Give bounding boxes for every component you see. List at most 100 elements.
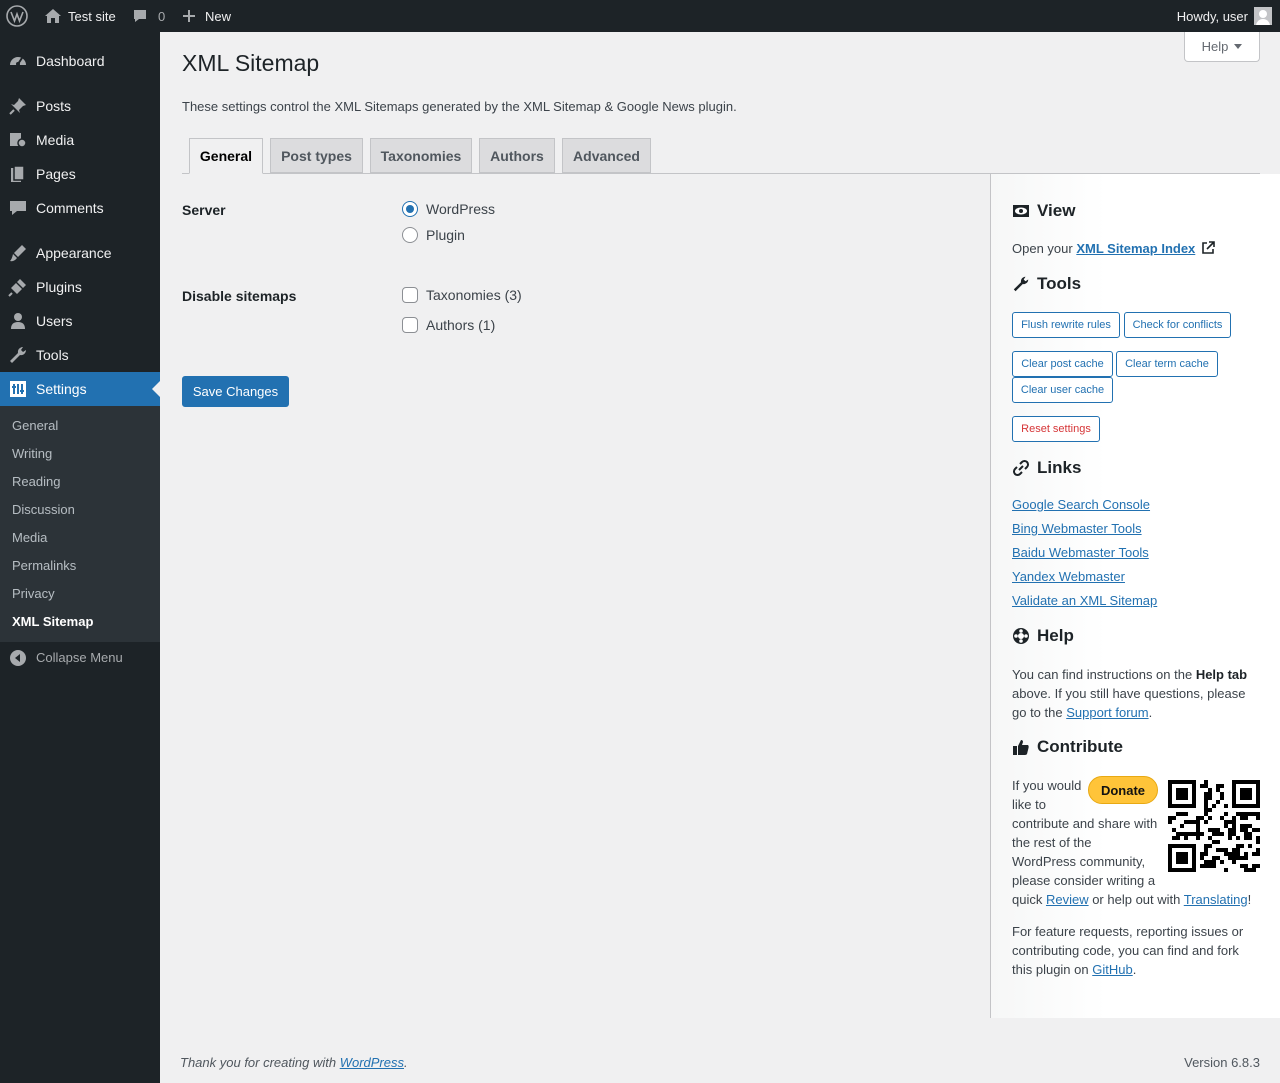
- page-intro: These settings control the XML Sitemaps …: [182, 99, 737, 114]
- menu-label: Dashboard: [36, 53, 105, 69]
- tab-advanced[interactable]: Advanced: [562, 138, 651, 173]
- wordpress-link[interactable]: WordPress: [340, 1055, 404, 1070]
- contribute-line: the rest of the: [1012, 835, 1092, 850]
- eye-icon: [1013, 205, 1029, 217]
- submenu-permalinks[interactable]: Permalinks: [12, 558, 76, 573]
- admin-sidebar: Dashboard Posts Media Pages Comments App…: [0, 32, 160, 1083]
- translating-link[interactable]: Translating: [1184, 892, 1248, 907]
- external-link-icon: [1202, 241, 1215, 254]
- clear-user-cache-button[interactable]: Clear user cache: [1012, 377, 1113, 403]
- bing-webmaster-link[interactable]: Bing Webmaster Tools: [1012, 521, 1142, 536]
- menu-users[interactable]: Users: [0, 304, 160, 338]
- github-text: For feature requests, reporting issues o…: [1012, 922, 1262, 979]
- site-home-link[interactable]: Test site: [44, 0, 116, 32]
- clear-term-cache-button[interactable]: Clear term cache: [1116, 351, 1218, 377]
- tab-general[interactable]: General: [189, 138, 263, 174]
- disable-taxonomies-option[interactable]: Taxonomies (3): [402, 286, 522, 304]
- view-title: View: [1037, 201, 1076, 220]
- view-heading: View: [1012, 201, 1075, 221]
- tools-heading: Tools: [1012, 274, 1081, 294]
- dashboard-icon: [10, 57, 26, 66]
- view-text-before: Open your: [1012, 241, 1077, 256]
- wrench-icon: [1013, 276, 1029, 292]
- help-text-bold: Help tab: [1195, 667, 1248, 682]
- sitemap-index-link[interactable]: XML Sitemap Index: [1076, 241, 1195, 256]
- my-account-link[interactable]: Howdy, user: [1177, 0, 1272, 32]
- submenu-discussion[interactable]: Discussion: [12, 502, 75, 517]
- clear-post-cache-button[interactable]: Clear post cache: [1012, 351, 1113, 377]
- checkbox-taxonomies[interactable]: [402, 287, 418, 303]
- settings-submenu: General Writing Reading Discussion Media…: [0, 406, 160, 642]
- radio-plugin[interactable]: [402, 227, 418, 243]
- google-search-console-link[interactable]: Google Search Console: [1012, 497, 1150, 512]
- radio-wordpress[interactable]: [402, 201, 418, 217]
- contribute-text: If you would like to contribute and shar…: [1012, 776, 1262, 909]
- menu-plugins[interactable]: Plugins: [0, 270, 160, 304]
- menu-comments[interactable]: Comments: [0, 191, 160, 225]
- home-icon: [45, 9, 61, 23]
- disable-authors-option[interactable]: Authors (1): [402, 316, 495, 334]
- server-option-wordpress[interactable]: WordPress: [402, 200, 495, 218]
- save-changes-button[interactable]: Save Changes: [182, 376, 289, 407]
- footer-version: Version 6.8.3: [1184, 1055, 1260, 1070]
- menu-pages[interactable]: Pages: [0, 157, 160, 191]
- flush-rewrite-rules-button[interactable]: Flush rewrite rules: [1012, 312, 1120, 338]
- footer-thanks-text: Thank you for creating with: [180, 1055, 340, 1070]
- comments-link[interactable]: 0: [132, 0, 165, 32]
- github-line: contributing code, you can find and fork: [1012, 943, 1239, 958]
- menu-label: Settings: [36, 381, 87, 397]
- help-text-1: You can find instructions on the: [1012, 667, 1196, 682]
- contribute-line: If you would: [1012, 778, 1082, 793]
- help-title: Help: [1037, 626, 1074, 645]
- submenu-reading[interactable]: Reading: [12, 474, 60, 489]
- user-icon: [11, 313, 25, 329]
- sos-icon: [1013, 628, 1029, 644]
- submenu-writing[interactable]: Writing: [12, 446, 52, 461]
- menu-media[interactable]: Media: [0, 123, 160, 157]
- menu-label: Comments: [36, 200, 104, 216]
- submenu-media[interactable]: Media: [12, 530, 47, 545]
- plus-icon: [183, 10, 195, 22]
- review-link[interactable]: Review: [1046, 892, 1089, 907]
- checkbox-authors[interactable]: [402, 317, 418, 333]
- help-tab-button[interactable]: Help: [1184, 32, 1260, 62]
- plugin-on-text: this plugin on: [1012, 962, 1093, 977]
- validate-sitemap-link[interactable]: Validate an XML Sitemap: [1012, 593, 1157, 608]
- disable-sitemaps-label: Disable sitemaps: [182, 288, 297, 304]
- option-label: Plugin: [426, 227, 465, 243]
- submenu-xml-sitemap[interactable]: XML Sitemap: [12, 614, 93, 629]
- reset-settings-button[interactable]: Reset settings: [1012, 416, 1100, 442]
- github-line: For feature requests, reporting issues o…: [1012, 924, 1244, 939]
- link-icon: [1012, 459, 1030, 477]
- submenu-general[interactable]: General: [12, 418, 58, 433]
- collapse-menu-button[interactable]: Collapse Menu: [0, 644, 160, 672]
- current-menu-arrow: [152, 381, 160, 397]
- option-label: Taxonomies (3): [426, 287, 522, 303]
- help-out-text: or help out with: [1088, 892, 1184, 907]
- github-link[interactable]: GitHub: [1092, 962, 1132, 977]
- menu-settings[interactable]: Settings: [0, 372, 160, 406]
- contribute-line: like to: [1012, 797, 1046, 812]
- tab-taxonomies[interactable]: Taxonomies: [370, 138, 472, 173]
- tab-authors[interactable]: Authors: [479, 138, 555, 173]
- menu-appearance[interactable]: Appearance: [0, 236, 160, 270]
- pushpin-icon: [9, 98, 26, 115]
- caret-down-icon: [1234, 44, 1243, 49]
- new-content-link[interactable]: New: [182, 0, 231, 32]
- server-option-plugin[interactable]: Plugin: [402, 226, 465, 244]
- check-conflicts-button[interactable]: Check for conflicts: [1124, 312, 1231, 338]
- menu-dashboard[interactable]: Dashboard: [0, 44, 160, 78]
- menu-label: Appearance: [36, 245, 112, 261]
- baidu-webmaster-link[interactable]: Baidu Webmaster Tools: [1012, 545, 1149, 560]
- yandex-webmaster-link[interactable]: Yandex Webmaster: [1012, 569, 1125, 584]
- footer-thanks: Thank you for creating with WordPress.: [180, 1055, 408, 1070]
- menu-label: Tools: [36, 347, 69, 363]
- menu-posts[interactable]: Posts: [0, 89, 160, 123]
- support-forum-link[interactable]: Support forum: [1066, 705, 1148, 720]
- menu-tools[interactable]: Tools: [0, 338, 160, 372]
- links-title: Links: [1037, 458, 1082, 477]
- wordpress-logo-icon[interactable]: [6, 0, 28, 32]
- tab-post-types[interactable]: Post types: [270, 138, 363, 173]
- admin-bar: Test site 0 New Howdy, user: [0, 0, 1280, 32]
- submenu-privacy[interactable]: Privacy: [12, 586, 55, 601]
